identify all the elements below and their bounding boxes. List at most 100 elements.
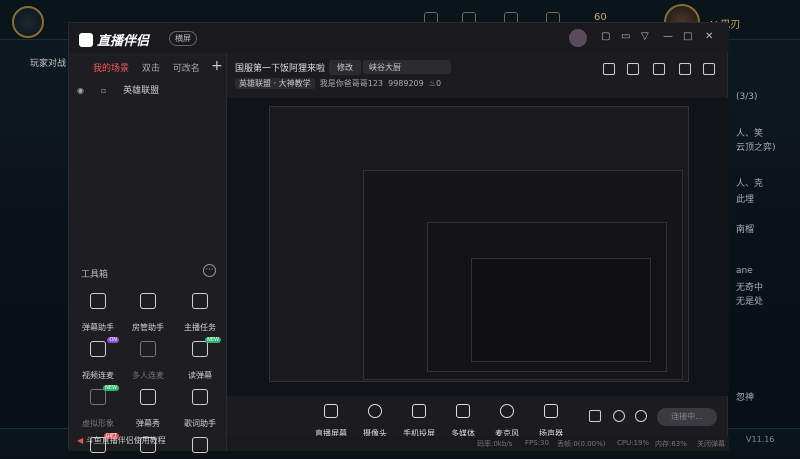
tool-label: 读弹幕 <box>188 371 212 380</box>
start-live-button[interactable]: 连接中... <box>657 408 717 426</box>
camera-button[interactable]: 摄像头 <box>355 404 395 440</box>
chat-line: 南榴 <box>736 225 755 235</box>
titlebar: 直播伴侣 横屏 ▢ ▭ ▽ — □ ✕ <box>69 23 729 53</box>
stack-icon <box>192 437 208 453</box>
screen-capture-button[interactable]: 直播屏幕 <box>311 404 351 440</box>
control-bar: 直播屏幕 摄像头 手机投屏 多媒体 麦克风 扬声器 连接中... <box>227 396 729 438</box>
tutorial-link[interactable]: ◀ 斗鱼直播伴侣使用教程 <box>77 435 166 446</box>
skin-icon[interactable]: ▭ <box>621 31 630 42</box>
tab-double-click[interactable]: 双击 <box>142 64 160 74</box>
monitor-icon <box>324 404 338 418</box>
memory-usage: 内存:63% <box>655 440 687 448</box>
tool-anchor-task[interactable]: 主播任务 <box>173 293 227 334</box>
close-button[interactable]: ✕ <box>705 31 713 42</box>
app-name: 直播伴侣 <box>97 34 150 49</box>
settings-icon[interactable]: ▽ <box>641 31 649 42</box>
bell-icon[interactable] <box>679 63 691 75</box>
chat-line: 无是处 <box>736 297 764 307</box>
speaker-icon: ◀ <box>77 436 84 445</box>
category-tag[interactable]: 英雄联盟 · 大神教学 <box>235 78 315 89</box>
chat-line: 此埋 <box>736 195 755 205</box>
tool-label: 主播任务 <box>184 323 216 332</box>
main-panel: 国服第一下饭阿狸来啦 修改 峡谷大厨 英雄联盟 · 大神教学 我是你爸哥哥123… <box>227 53 729 451</box>
chat-line: 人、笑 <box>736 129 764 139</box>
room-id: 9989209 <box>388 79 424 88</box>
tool-admin-assistant[interactable]: 房管助手 <box>121 293 175 334</box>
layout-icon[interactable] <box>653 63 665 75</box>
microphone-button[interactable]: 麦克风 <box>487 404 527 440</box>
cpu-usage: CPU:19% <box>617 439 650 447</box>
chat-line: ane <box>736 266 753 276</box>
camera-icon <box>368 404 382 418</box>
microphone-icon <box>500 404 514 418</box>
heat-value: 0 <box>436 79 442 88</box>
bitrate: 码率:0kb/s <box>477 440 513 448</box>
anchor-info: 我是你爸哥哥123 <box>319 79 384 88</box>
record-icon[interactable] <box>589 410 601 422</box>
tool-read-danmu[interactable]: NEW 读弹幕 <box>173 337 227 382</box>
read-danmu-icon <box>192 341 208 357</box>
app-logo: 直播伴侣 <box>79 30 149 49</box>
gear-icon[interactable] <box>635 410 647 422</box>
live-preview[interactable] <box>227 98 729 396</box>
preview-nested-4 <box>471 258 651 362</box>
visible-icon[interactable] <box>613 410 625 422</box>
tab-my-scenes[interactable]: 我的场景 <box>93 64 129 74</box>
lol-tab-pvp[interactable]: 玩家对战 <box>30 56 66 69</box>
toolbox-label: 工具箱 <box>81 270 109 280</box>
eye-icon[interactable]: ◉ <box>77 86 84 95</box>
tool-virtual-avatar[interactable]: NEW 虚拟形象 <box>71 385 125 430</box>
message-icon[interactable]: ▢ <box>601 31 610 42</box>
chat-line: 无奇中 <box>736 283 764 293</box>
room-title: 国服第一下饭阿狸来啦 <box>235 64 326 74</box>
maximize-button[interactable]: □ <box>683 31 692 42</box>
chat-line: 云顶之弈) <box>736 143 776 153</box>
lol-version: V11.16 <box>746 435 775 444</box>
user-avatar[interactable] <box>569 29 587 47</box>
danmu-show-icon <box>140 389 156 405</box>
tool-lyrics[interactable]: 歌词助手 <box>173 389 227 430</box>
chat-line: 人、克 <box>736 179 764 189</box>
lol-logo[interactable] <box>12 6 44 38</box>
version-badge[interactable]: 横屏 <box>169 31 197 46</box>
play-icon <box>456 404 470 418</box>
tool-video-link[interactable]: ON 视频连麦 <box>71 337 125 382</box>
avatar-icon <box>90 389 106 405</box>
minimize-button[interactable]: — <box>663 31 673 42</box>
gift-box-icon[interactable] <box>603 63 615 75</box>
unlock-icon[interactable] <box>627 63 639 75</box>
multi-link-icon <box>140 341 156 357</box>
tool-label: 弹幕助手 <box>82 323 114 332</box>
tag-badge: NEW <box>103 385 119 391</box>
lock-icon[interactable]: ▫ <box>101 86 106 95</box>
tool-label: 视频连麦 <box>82 371 114 380</box>
tool-label: 多人连麦 <box>132 371 164 380</box>
danmu-icon <box>90 293 106 309</box>
tool-stack[interactable] <box>173 437 227 459</box>
admin-icon <box>140 293 156 309</box>
phone-cast-button[interactable]: 手机投屏 <box>399 404 439 440</box>
edit-title-button[interactable]: 修改 <box>329 60 361 75</box>
chat-line: (3/3) <box>736 92 758 102</box>
fps: FPS:30 <box>525 439 549 447</box>
tool-danmu-show[interactable]: 弹幕秀 <box>121 389 175 430</box>
speaker-button[interactable]: 扬声器 <box>531 404 571 440</box>
tool-multi-link[interactable]: 多人连麦 <box>121 341 175 382</box>
speaker-icon <box>544 404 558 418</box>
close-danmu[interactable]: 关闭弹幕 <box>697 439 725 449</box>
tool-danmu-assistant[interactable]: 弹幕助手 <box>71 293 125 334</box>
share-icon[interactable] <box>703 63 715 75</box>
scene-item[interactable]: ◉ ▫ 英雄联盟 <box>77 83 159 96</box>
tab-rename[interactable]: 可改名 <box>173 64 200 74</box>
more-icon[interactable]: ··· <box>203 264 216 277</box>
video-link-icon <box>90 341 106 357</box>
frame-drop: 丢帧:0(0.00%) <box>557 440 606 448</box>
lol-chat-panel: (3/3) 人、笑 云顶之弈) 人、克 此埋 南榴 ane 无奇中 无是处 忽神 <box>728 44 800 424</box>
media-button[interactable]: 多媒体 <box>443 404 483 440</box>
category-field[interactable]: 峡谷大厨 <box>363 60 451 74</box>
room-meta: 英雄联盟 · 大神教学 我是你爸哥哥123 9989209 ♨0 <box>235 78 441 89</box>
add-scene-button[interactable]: + <box>211 58 223 74</box>
tag-badge: NEW <box>205 337 221 343</box>
tool-label: 歌词助手 <box>184 419 216 428</box>
tutorial-label: 斗鱼直播伴侣使用教程 <box>85 436 166 445</box>
